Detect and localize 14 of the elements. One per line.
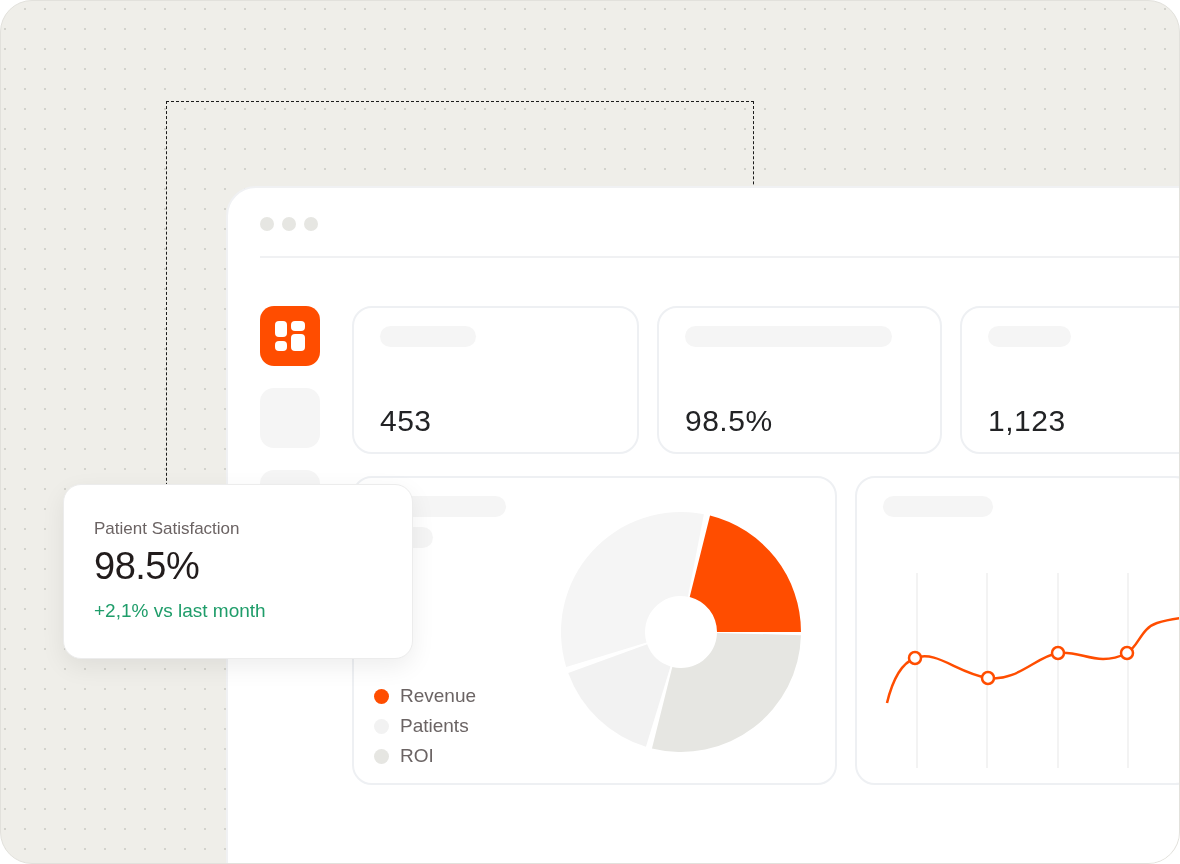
window-control-dot[interactable]: [260, 217, 274, 231]
window-control-dot[interactable]: [282, 217, 296, 231]
grid-icon: [273, 319, 307, 353]
legend-label: Patients: [400, 715, 469, 737]
legend-label: ROI: [400, 745, 434, 767]
stat-value: 453: [380, 404, 433, 438]
legend-label: Revenue: [400, 685, 477, 707]
metric-title: Patient Satisfaction: [94, 519, 241, 539]
metric-value: 98.5%: [94, 545, 201, 588]
stat-value: 1,123: [988, 404, 1067, 438]
stat-value: 98.5%: [685, 404, 774, 438]
metric-change: +2,1% vs last month: [94, 600, 267, 622]
sidebar-item[interactable]: [260, 306, 320, 366]
window-control-dot[interactable]: [304, 217, 318, 231]
